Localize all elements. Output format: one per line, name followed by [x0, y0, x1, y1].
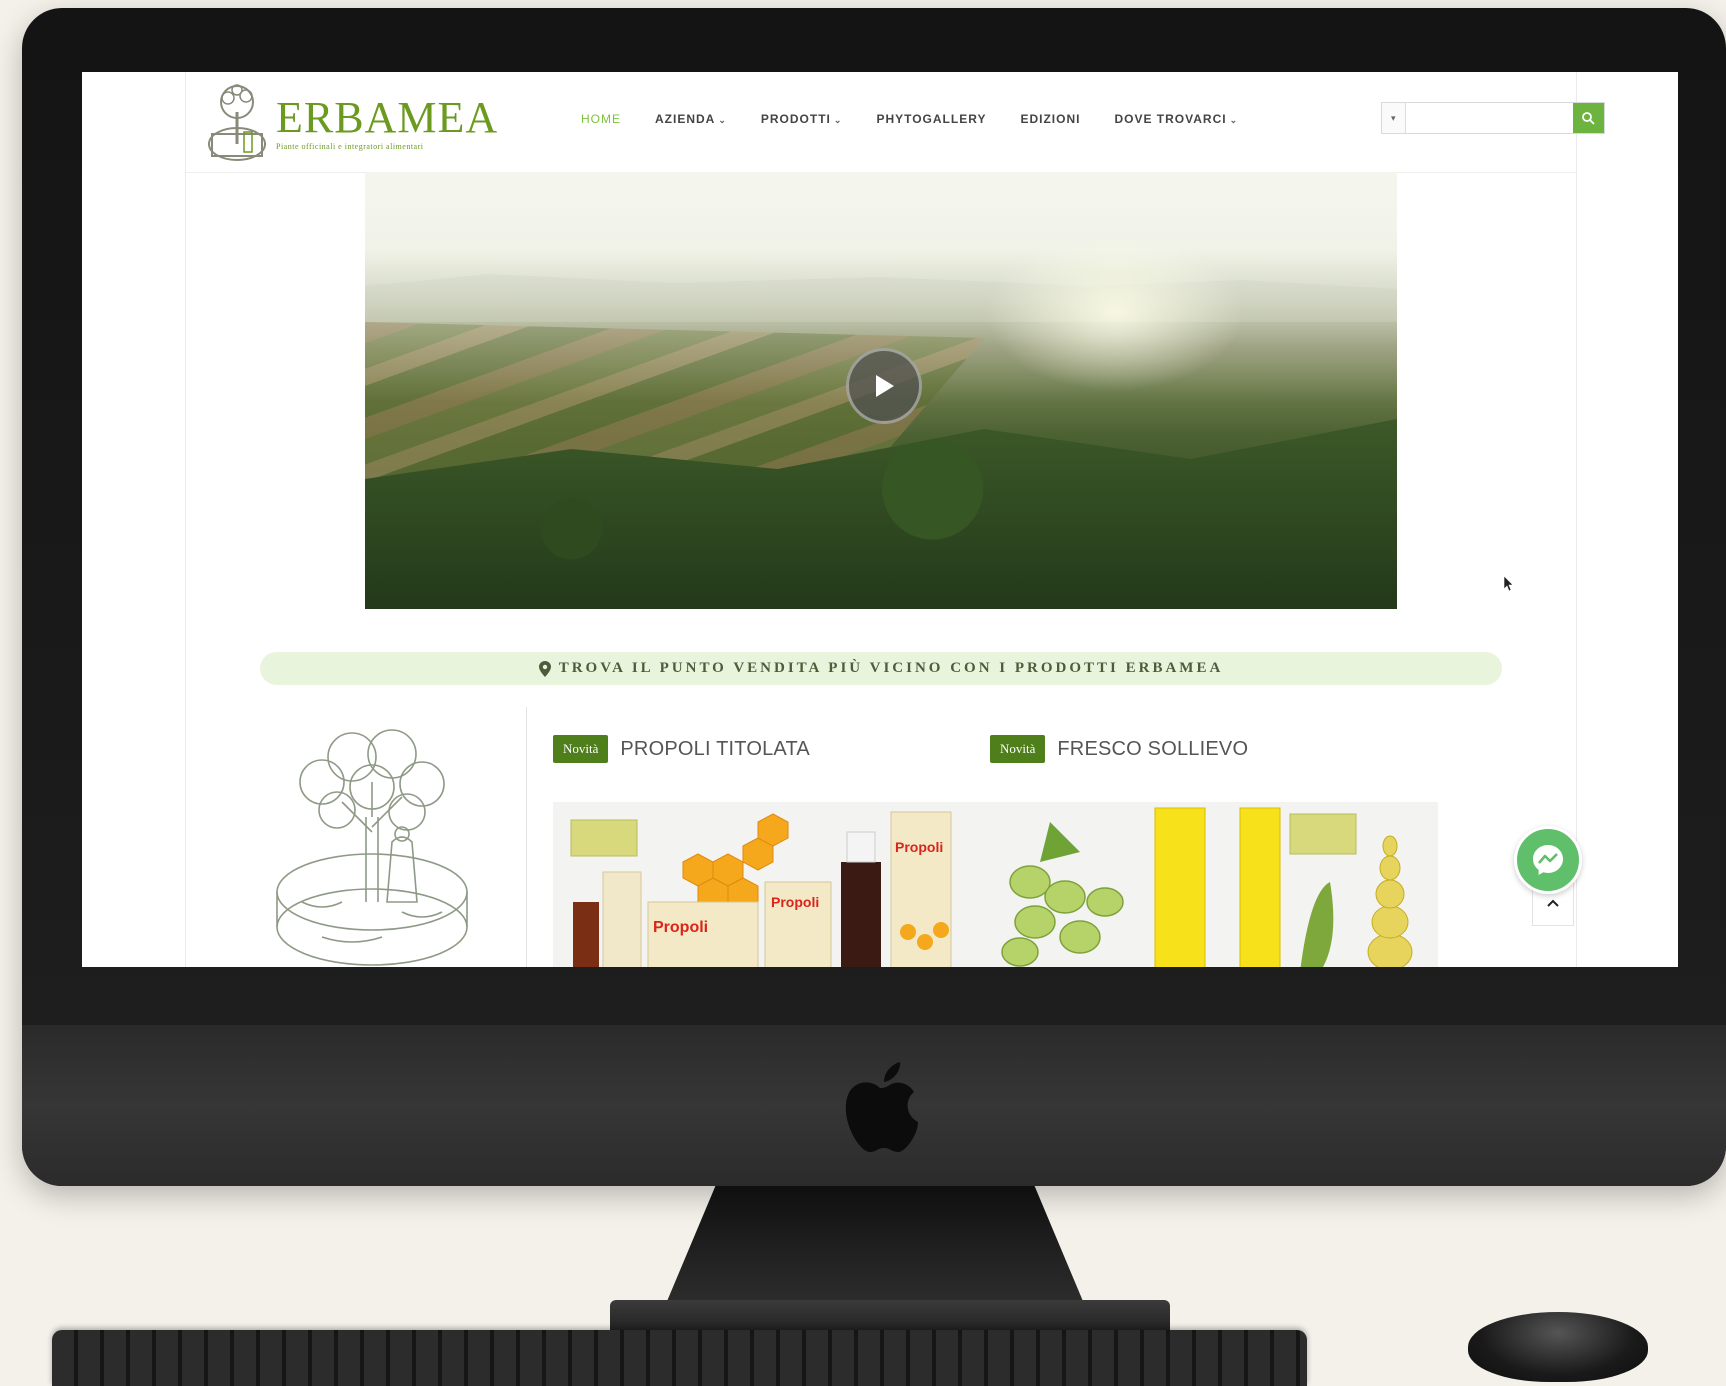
apple-logo [845, 1062, 918, 1152]
nav-phytogallery-label: PHYTOGALLERY [876, 112, 987, 126]
novita-badge: Novità [553, 735, 609, 763]
fresco-sollievo-products-image [1001, 807, 1413, 967]
logo-tagline: Piante officinali e integratori alimenta… [276, 141, 424, 151]
site-border-left [185, 72, 186, 967]
site-logo[interactable]: ERBAMEA Piante officinali e integratori … [206, 80, 498, 166]
chevron-up-icon [1547, 899, 1559, 907]
search-button[interactable] [1572, 103, 1604, 133]
logo-name: ERBAMEA [276, 92, 499, 142]
product-title[interactable]: FRESCO SOLLIEVO [1057, 738, 1248, 761]
svg-text:Propoli: Propoli [771, 894, 819, 910]
main-nav: HOME AZIENDA ⌄ PRODOTTI ⌄ PHYTOGALLERY EDI… [581, 112, 1238, 126]
video-sun [985, 232, 1245, 392]
chevron-down-icon: ⌄ [718, 115, 727, 125]
nav-home-label: HOME [581, 112, 621, 126]
map-marker-icon [538, 660, 551, 677]
svg-text:Propoli: Propoli [653, 919, 708, 936]
tree-well-illustration [276, 729, 468, 966]
site-border-right [1576, 72, 1577, 967]
nav-prodotti[interactable]: PRODOTTI ⌄ [761, 112, 843, 126]
tree-well-emblem-icon [208, 84, 266, 161]
nav-phytogallery[interactable]: PHYTOGALLERY [876, 112, 986, 126]
novita-badge: Novità [990, 735, 1046, 763]
nav-dove-trovarci[interactable]: DOVE TROVARCI ⌄ [1114, 112, 1238, 126]
store-locator-text: TROVA IL PUNTO VENDITA PIÙ VICINO CON I … [558, 660, 1224, 676]
content-divider [526, 707, 527, 967]
nav-azienda-label: AZIENDA [655, 112, 716, 126]
nav-edizioni[interactable]: EDIZIONI [1020, 112, 1080, 126]
store-locator-bar[interactable]: TROVA IL PUNTO VENDITA PIÙ VICINO CON I … [260, 652, 1502, 685]
search-box: ▾ [1381, 102, 1605, 134]
imac-stand [665, 1186, 1085, 1306]
product-image-propoli[interactable]: Propoli Propoli Propoli [553, 802, 1001, 967]
play-icon [876, 375, 894, 397]
product-card-fresco-sollievo[interactable]: Novità FRESCO SOLLIEVO [990, 732, 1438, 967]
nav-edizioni-label: EDIZIONI [1020, 112, 1081, 126]
messenger-chat-button[interactable] [1514, 826, 1582, 894]
nav-prodotti-label: PRODOTTI [760, 112, 831, 126]
chevron-down-icon: ⌄ [833, 115, 843, 125]
nav-dove-trovarci-label: DOVE TROVARCI [1114, 112, 1227, 126]
search-icon [1582, 112, 1595, 125]
nav-azienda[interactable]: AZIENDA ⌄ [655, 112, 727, 126]
video-play-button[interactable] [846, 348, 922, 424]
website-screen: ERBAMEA Piante officinali e integratori … [82, 72, 1678, 967]
product-card-propoli[interactable]: Novità PROPOLI TITOLATA Propoli Propoli … [553, 732, 1001, 967]
search-input[interactable] [1405, 103, 1573, 133]
messenger-icon [1533, 845, 1563, 875]
chevron-down-icon: ⌄ [1229, 115, 1239, 125]
mouse [1468, 1312, 1648, 1382]
keyboard [52, 1330, 1307, 1386]
nav-home[interactable]: HOME [581, 112, 621, 126]
site-header: ERBAMEA Piante officinali e integratori … [186, 72, 1605, 173]
hero-video[interactable] [365, 172, 1397, 609]
propoli-products-image: Propoli Propoli Propoli [570, 811, 952, 967]
product-image-fresco-sollievo[interactable] [990, 802, 1438, 967]
search-category-select[interactable]: ▾ [1382, 103, 1406, 133]
product-title[interactable]: PROPOLI TITOLATA [620, 738, 810, 761]
svg-text:Propoli: Propoli [895, 839, 943, 855]
mouse-cursor-icon [1504, 576, 1514, 592]
